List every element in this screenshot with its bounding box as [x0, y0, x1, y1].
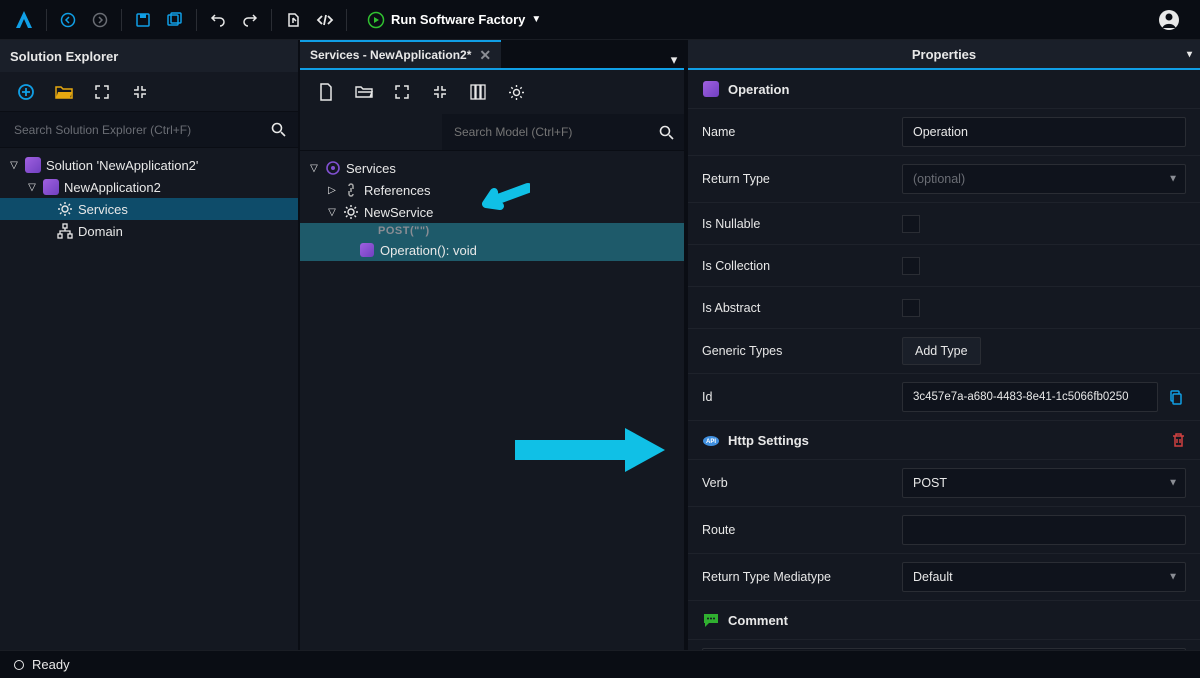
group-operation-header: Operation — [688, 70, 1200, 109]
solution-explorer-header: Solution Explorer — [0, 40, 298, 72]
collapse-all-button[interactable] — [422, 74, 458, 110]
app-logo — [8, 10, 40, 30]
svg-text:API: API — [706, 439, 716, 445]
add-type-button[interactable]: Add Type — [902, 337, 981, 365]
code-button[interactable] — [310, 5, 340, 35]
nav-back-button[interactable] — [53, 5, 83, 35]
prop-route-input[interactable] — [902, 515, 1186, 545]
tree-solution-root[interactable]: ▽ Solution 'NewApplication2' — [0, 154, 298, 176]
run-software-factory-button[interactable]: Run Software Factory ▼ — [359, 7, 549, 33]
prop-name-input[interactable] — [902, 117, 1186, 147]
http-verb-badge: POST("") — [358, 225, 430, 237]
prop-collection-label: Is Collection — [702, 259, 902, 273]
comment-icon — [702, 611, 720, 629]
services-icon — [56, 200, 74, 218]
chevron-down-icon: ▽ — [326, 207, 338, 218]
operation-icon — [702, 80, 720, 98]
model-operation-node[interactable]: POST("") Operation(): void — [300, 223, 684, 261]
prop-return-mt-select[interactable] — [902, 562, 1186, 592]
prop-id-label: Id — [702, 390, 902, 404]
status-indicator-icon — [14, 660, 24, 670]
panel-menu-button[interactable]: ▾ — [1187, 49, 1192, 60]
collapse-button[interactable] — [122, 74, 158, 110]
run-label: Run Software Factory — [391, 12, 525, 27]
layout-button[interactable] — [460, 74, 496, 110]
prop-abstract-checkbox[interactable] — [902, 299, 920, 317]
close-icon[interactable]: ✕ — [479, 47, 491, 64]
delete-http-settings-button[interactable] — [1171, 432, 1186, 448]
nav-fwd-button[interactable] — [85, 5, 115, 35]
new-item-button[interactable] — [8, 74, 44, 110]
chevron-down-icon: ▽ — [26, 182, 38, 193]
prop-route-label: Route — [702, 523, 902, 537]
service-icon — [342, 203, 360, 221]
chevron-right-icon: ▷ — [326, 185, 338, 196]
model-services-root[interactable]: ▽ Services — [300, 157, 684, 179]
tree-services-node[interactable]: Services — [0, 198, 298, 220]
undo-button[interactable] — [203, 5, 233, 35]
account-button[interactable] — [1152, 3, 1186, 37]
prop-nullable-label: Is Nullable — [702, 217, 902, 231]
tab-overflow-button[interactable]: ▾ — [664, 52, 684, 68]
prop-verb-label: Verb — [702, 476, 902, 490]
chevron-down-icon: ▽ — [308, 163, 320, 174]
tab-services[interactable]: Services - NewApplication2* ✕ — [300, 40, 501, 68]
properties-title: Properties — [912, 47, 976, 62]
operation-icon — [358, 241, 376, 259]
open-button[interactable] — [346, 74, 382, 110]
save-all-button[interactable] — [160, 5, 190, 35]
app-icon — [42, 178, 60, 196]
chevron-down-icon: ▽ — [8, 160, 20, 171]
solution-search-input[interactable] — [8, 117, 266, 143]
prop-nullable-checkbox[interactable] — [902, 215, 920, 233]
expand-button[interactable] — [84, 74, 120, 110]
prop-name-label: Name — [702, 125, 902, 139]
chevron-down-icon: ▼ — [531, 14, 541, 25]
expand-all-button[interactable] — [384, 74, 420, 110]
solution-icon — [24, 156, 42, 174]
open-folder-button[interactable] — [46, 74, 82, 110]
save-button[interactable] — [128, 5, 158, 35]
model-references-node[interactable]: ▷ References — [300, 179, 684, 201]
tree-app-node[interactable]: ▽ NewApplication2 — [0, 176, 298, 198]
prop-generic-label: Generic Types — [702, 344, 902, 358]
services-icon — [324, 159, 342, 177]
prop-return-mt-label: Return Type Mediatype — [702, 570, 902, 584]
redo-button[interactable] — [235, 5, 265, 35]
search-icon[interactable] — [654, 125, 678, 140]
export-button[interactable] — [278, 5, 308, 35]
prop-verb-select[interactable] — [902, 468, 1186, 498]
search-icon[interactable] — [266, 122, 290, 137]
api-icon: API — [702, 431, 720, 449]
comment-input[interactable] — [702, 648, 1186, 651]
prop-id-value — [902, 382, 1158, 412]
domain-icon — [56, 222, 74, 240]
copy-id-button[interactable] — [1164, 386, 1186, 408]
new-file-button[interactable] — [308, 74, 344, 110]
group-http-header: API Http Settings — [688, 421, 1200, 460]
model-newservice-node[interactable]: ▽ NewService — [300, 201, 684, 223]
prop-collection-checkbox[interactable] — [902, 257, 920, 275]
tree-domain-node[interactable]: Domain — [0, 220, 298, 242]
prop-return-type-label: Return Type — [702, 172, 902, 186]
model-search-input[interactable] — [448, 119, 654, 145]
link-icon — [342, 181, 360, 199]
prop-abstract-label: Is Abstract — [702, 301, 902, 315]
settings-button[interactable] — [498, 74, 534, 110]
play-icon — [367, 11, 385, 29]
prop-return-type-select[interactable] — [902, 164, 1186, 194]
group-comment-header: Comment — [688, 601, 1200, 640]
status-text: Ready — [32, 657, 70, 672]
